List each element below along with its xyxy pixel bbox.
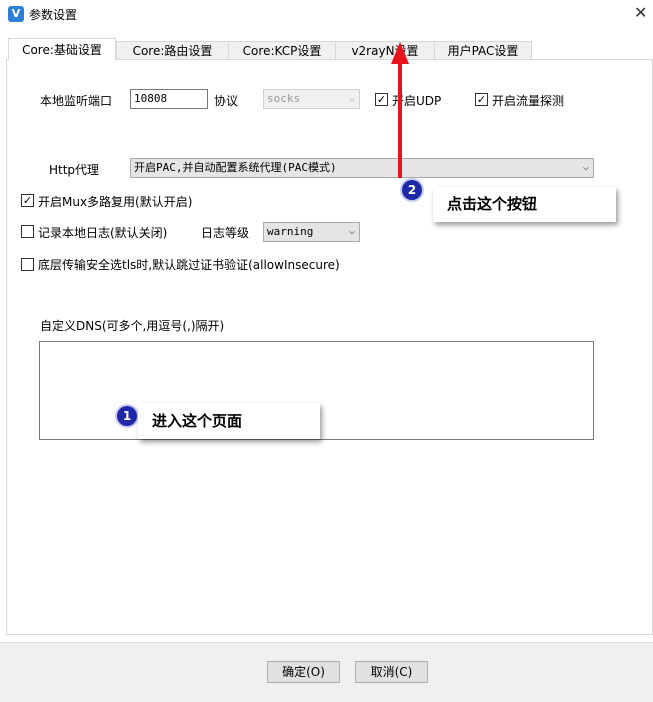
tab-v2rayn-settings[interactable]: v2rayN设置 — [335, 41, 435, 59]
chevron-down-icon: ⌵ — [348, 226, 355, 237]
window-titlebar: V 参数设置 ✕ — [0, 0, 653, 28]
cancel-button[interactable]: 取消(C) — [355, 661, 428, 683]
http-proxy-select[interactable]: 开启PAC,并自动配置系统代理(PAC模式) ⌵ — [130, 158, 594, 178]
sniffing-checkbox[interactable]: ✓ — [475, 93, 488, 106]
log-level-label: 日志等级 — [201, 226, 250, 240]
annotation-badge-1: 1 — [117, 406, 137, 426]
log-checkbox[interactable] — [21, 225, 34, 238]
mux-checkbox[interactable]: ✓ — [21, 194, 34, 207]
udp-checkbox[interactable]: ✓ — [375, 93, 388, 106]
protocol-value: socks — [267, 92, 301, 105]
tab-core-routing[interactable]: Core:路由设置 — [116, 41, 229, 59]
annotation-callout-2: 点击这个按钮 — [433, 187, 616, 222]
local-port-label: 本地监听端口 — [40, 94, 113, 108]
protocol-label: 协议 — [214, 94, 239, 108]
tab-core-kcp[interactable]: Core:KCP设置 — [228, 41, 336, 59]
log-level-select[interactable]: warning ⌵ — [263, 222, 360, 242]
annotation-badge-2: 2 — [402, 180, 422, 200]
http-proxy-value: 开启PAC,并自动配置系统代理(PAC模式) — [134, 161, 337, 174]
custom-dns-label: 自定义DNS(可多个,用逗号(,)隔开) — [40, 319, 225, 333]
ok-button[interactable]: 确定(O) — [267, 661, 340, 683]
chevron-down-icon: ⌵ — [582, 162, 589, 173]
red-arrow-annotation — [391, 42, 409, 178]
tab-core-basic[interactable]: Core:基础设置 — [8, 38, 116, 60]
log-level-value: warning — [267, 225, 314, 238]
allow-insecure-label: 底层传输安全选tls时,默认跳过证书验证(allowInsecure) — [38, 258, 340, 272]
protocol-select: socks ⌵ — [263, 89, 360, 109]
v2rayn-app-icon: V — [8, 6, 24, 22]
annotation-callout-1: 进入这个页面 — [138, 403, 320, 439]
close-icon[interactable]: ✕ — [634, 3, 647, 22]
local-port-input[interactable]: 10808 — [130, 89, 208, 109]
mux-label: 开启Mux多路复用(默认开启) — [38, 195, 193, 209]
sniffing-label: 开启流量探测 — [492, 94, 565, 108]
log-label: 记录本地日志(默认关闭) — [38, 226, 168, 240]
chevron-down-icon: ⌵ — [348, 93, 355, 104]
window-title: 参数设置 — [29, 8, 78, 22]
allow-insecure-checkbox[interactable] — [21, 258, 34, 271]
http-proxy-label: Http代理 — [49, 163, 100, 177]
tab-user-pac[interactable]: 用户PAC设置 — [434, 41, 532, 59]
arrow-head — [391, 42, 409, 64]
